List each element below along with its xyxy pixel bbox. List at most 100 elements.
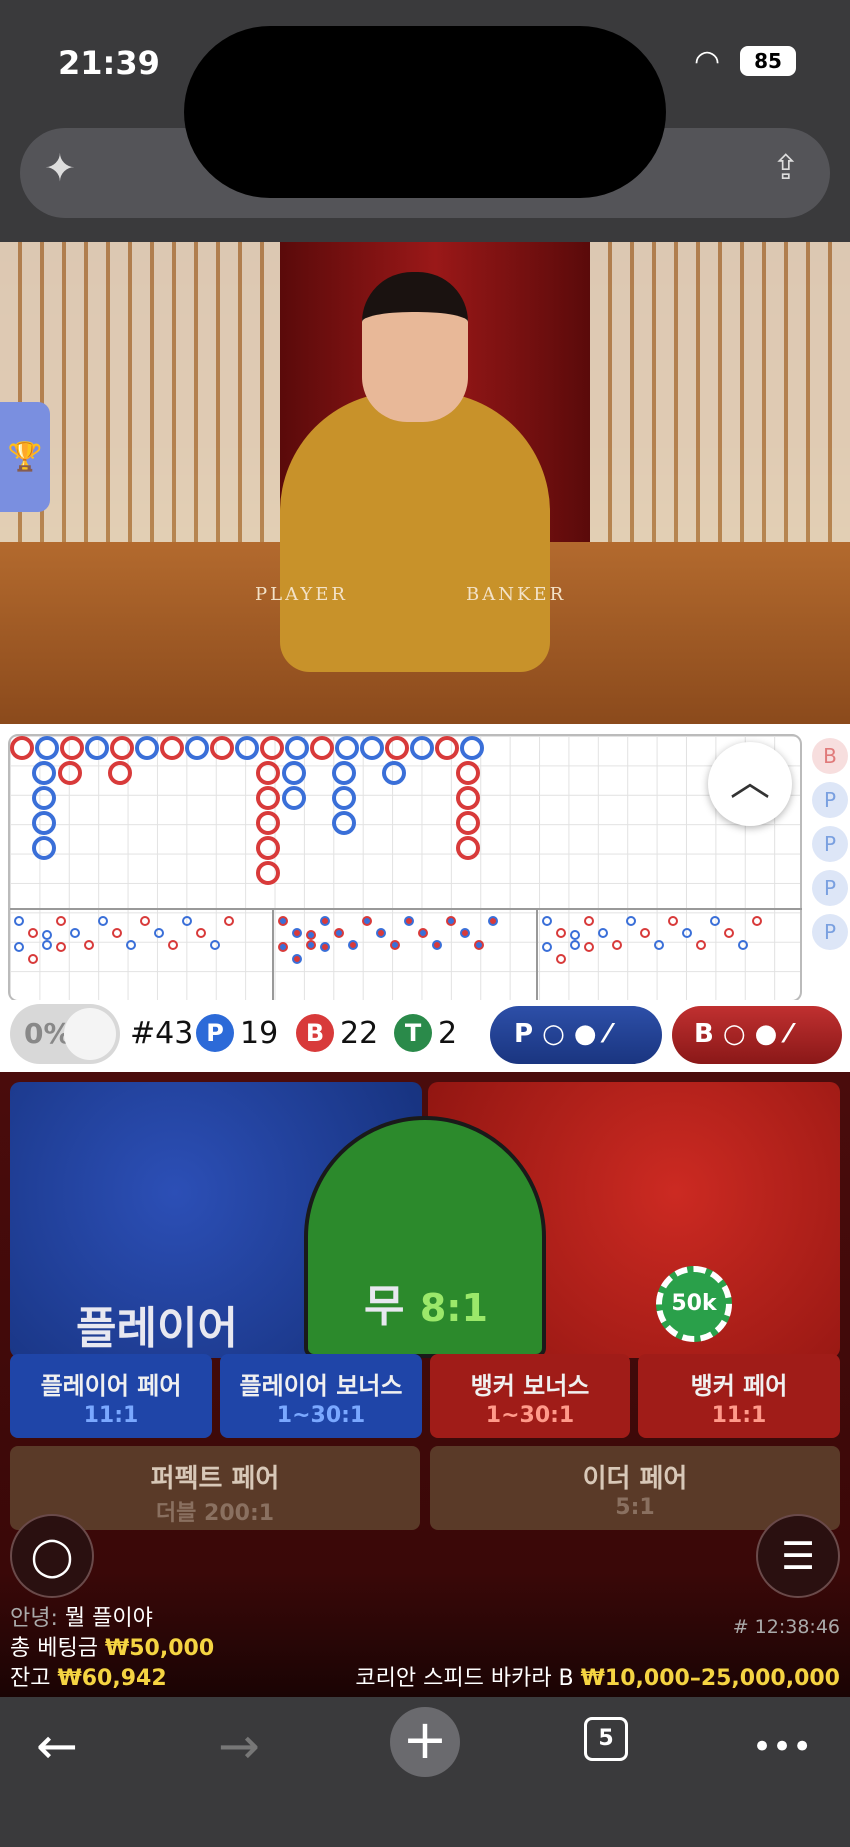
table-player-label: PLAYER [255, 584, 348, 605]
road-dot [140, 916, 150, 926]
road-marker [235, 736, 259, 760]
total-bet-value: ₩50,000 [104, 1636, 215, 1661]
more-options-icon[interactable]: ••• [752, 1727, 812, 1767]
trophy-icon[interactable]: 🏆 [0, 402, 50, 512]
username: 뭘 플이야 [64, 1606, 153, 1631]
road-dot [56, 942, 66, 952]
table-limits: ₩10,000–25,000,000 [580, 1666, 840, 1691]
road-dot [292, 954, 302, 964]
banker-pair-bet[interactable]: 뱅커 페어 11:1 [638, 1354, 840, 1438]
road-dot [376, 928, 386, 938]
road-marker [185, 736, 209, 760]
road-divider [536, 908, 538, 1000]
player-count: P 19 [196, 1014, 278, 1054]
percent-toggle[interactable]: 0% [10, 1004, 120, 1064]
sparkle-icon[interactable]: ✦ [44, 146, 76, 190]
road-dot [570, 940, 580, 950]
road-dot [556, 954, 566, 964]
road-dot [98, 916, 108, 926]
road-marker [58, 761, 82, 785]
road-dot [570, 930, 580, 940]
road-dot [320, 916, 330, 926]
player-pair-label: 플레이어 페어 [40, 1372, 182, 1400]
share-icon[interactable]: ⇪ [772, 148, 801, 188]
road-marker [110, 736, 134, 760]
road-dot [724, 928, 734, 938]
live-dealer-video: PLAYER BANKER 🏆 [0, 242, 850, 724]
side-prediction-item: B [812, 738, 848, 774]
tie-count-value: 2 [438, 1016, 458, 1051]
road-dot [752, 916, 762, 926]
tie-odds: 8:1 [419, 1286, 488, 1330]
road-marker [256, 786, 280, 810]
chip-50k[interactable]: 50k [656, 1266, 732, 1342]
road-marker [332, 786, 356, 810]
total-bet: 총 베팅금 ₩50,000 [10, 1630, 214, 1662]
road-marker [108, 761, 132, 785]
road-marker [435, 736, 459, 760]
road-marker [60, 736, 84, 760]
player-bonus-label: 플레이어 보너스 [239, 1372, 403, 1400]
either-pair-label: 이더 페어 [582, 1464, 688, 1494]
lattice-screen-right [590, 242, 850, 542]
greeting: 안녕: 뭘 플이야 [10, 1600, 153, 1632]
road-marker [85, 736, 109, 760]
road-marker [382, 761, 406, 785]
forward-arrow-icon[interactable]: → [218, 1717, 260, 1775]
road-dot [584, 942, 594, 952]
back-arrow-icon[interactable]: ← [36, 1717, 78, 1775]
menu-icon[interactable]: ☰ [756, 1514, 840, 1598]
road-marker [456, 761, 480, 785]
road-dot [654, 940, 664, 950]
player-pair-odds: 11:1 [83, 1403, 139, 1428]
road-dot [348, 940, 358, 950]
road-marker [210, 736, 234, 760]
stats-bar: 0% #43 P 19 B 22 T2 P ○ ● ⁄ B ○ ● ⁄ [0, 1000, 850, 1072]
banker-bonus-label: 뱅커 보너스 [470, 1372, 590, 1400]
road-dot [710, 916, 720, 926]
road-marker [360, 736, 384, 760]
side-prediction-item: P [812, 826, 848, 862]
banker-prediction-button[interactable]: B ○ ● ⁄ [672, 1006, 842, 1064]
road-marker [310, 736, 334, 760]
new-tab-button[interactable]: + [390, 1707, 460, 1777]
player-bonus-bet[interactable]: 플레이어 보너스 1~30:1 [220, 1354, 422, 1438]
road-divider [272, 908, 274, 1000]
road-dot [126, 940, 136, 950]
road-dot [224, 916, 234, 926]
banker-bonus-bet[interactable]: 뱅커 보너스 1~30:1 [430, 1354, 630, 1438]
player-prediction-button[interactable]: P ○ ● ⁄ [490, 1006, 662, 1064]
perfect-pair-label: 퍼펙트 페어 [150, 1464, 280, 1494]
banker-badge: B [296, 1014, 334, 1052]
shoe-number: #43 [130, 1016, 194, 1051]
chat-bubble-icon[interactable]: ◯ [10, 1514, 94, 1598]
player-prediction-label: P [514, 1019, 534, 1049]
perfect-pair-bet[interactable]: 퍼펙트 페어 더블 200:1 [10, 1446, 420, 1530]
road-dot [542, 916, 552, 926]
side-prediction-item: P [812, 870, 848, 906]
player-bet-label: 플레이어 [76, 1303, 238, 1354]
road-dot [556, 928, 566, 938]
player-pair-bet[interactable]: 플레이어 페어 11:1 [10, 1354, 212, 1438]
tie-bet-spot[interactable]: 무 8:1 [304, 1116, 546, 1358]
browser-toolbar: ← → + 5 ••• [0, 1697, 850, 1847]
road-marker [332, 811, 356, 835]
road-dot [432, 940, 442, 950]
road-dot [278, 916, 288, 926]
tab-count-button[interactable]: 5 [584, 1717, 628, 1761]
road-dot [292, 928, 302, 938]
round-id: # 12:38:46 [732, 1616, 840, 1638]
total-bet-label: 총 베팅금 [10, 1636, 98, 1661]
road-dot [738, 940, 748, 950]
road-dot [320, 942, 330, 952]
road-marker [32, 836, 56, 860]
road-dot [154, 928, 164, 938]
road-dot [306, 940, 316, 950]
banker-pair-label: 뱅커 페어 [690, 1372, 788, 1400]
table-name: 코리안 스피드 바카라 B [355, 1666, 574, 1691]
tie-badge: T [394, 1014, 432, 1052]
player-bonus-odds: 1~30:1 [276, 1403, 366, 1428]
road-dot [418, 928, 428, 938]
road-dot [42, 930, 52, 940]
expand-chevron-icon[interactable]: ︿ [708, 742, 792, 826]
